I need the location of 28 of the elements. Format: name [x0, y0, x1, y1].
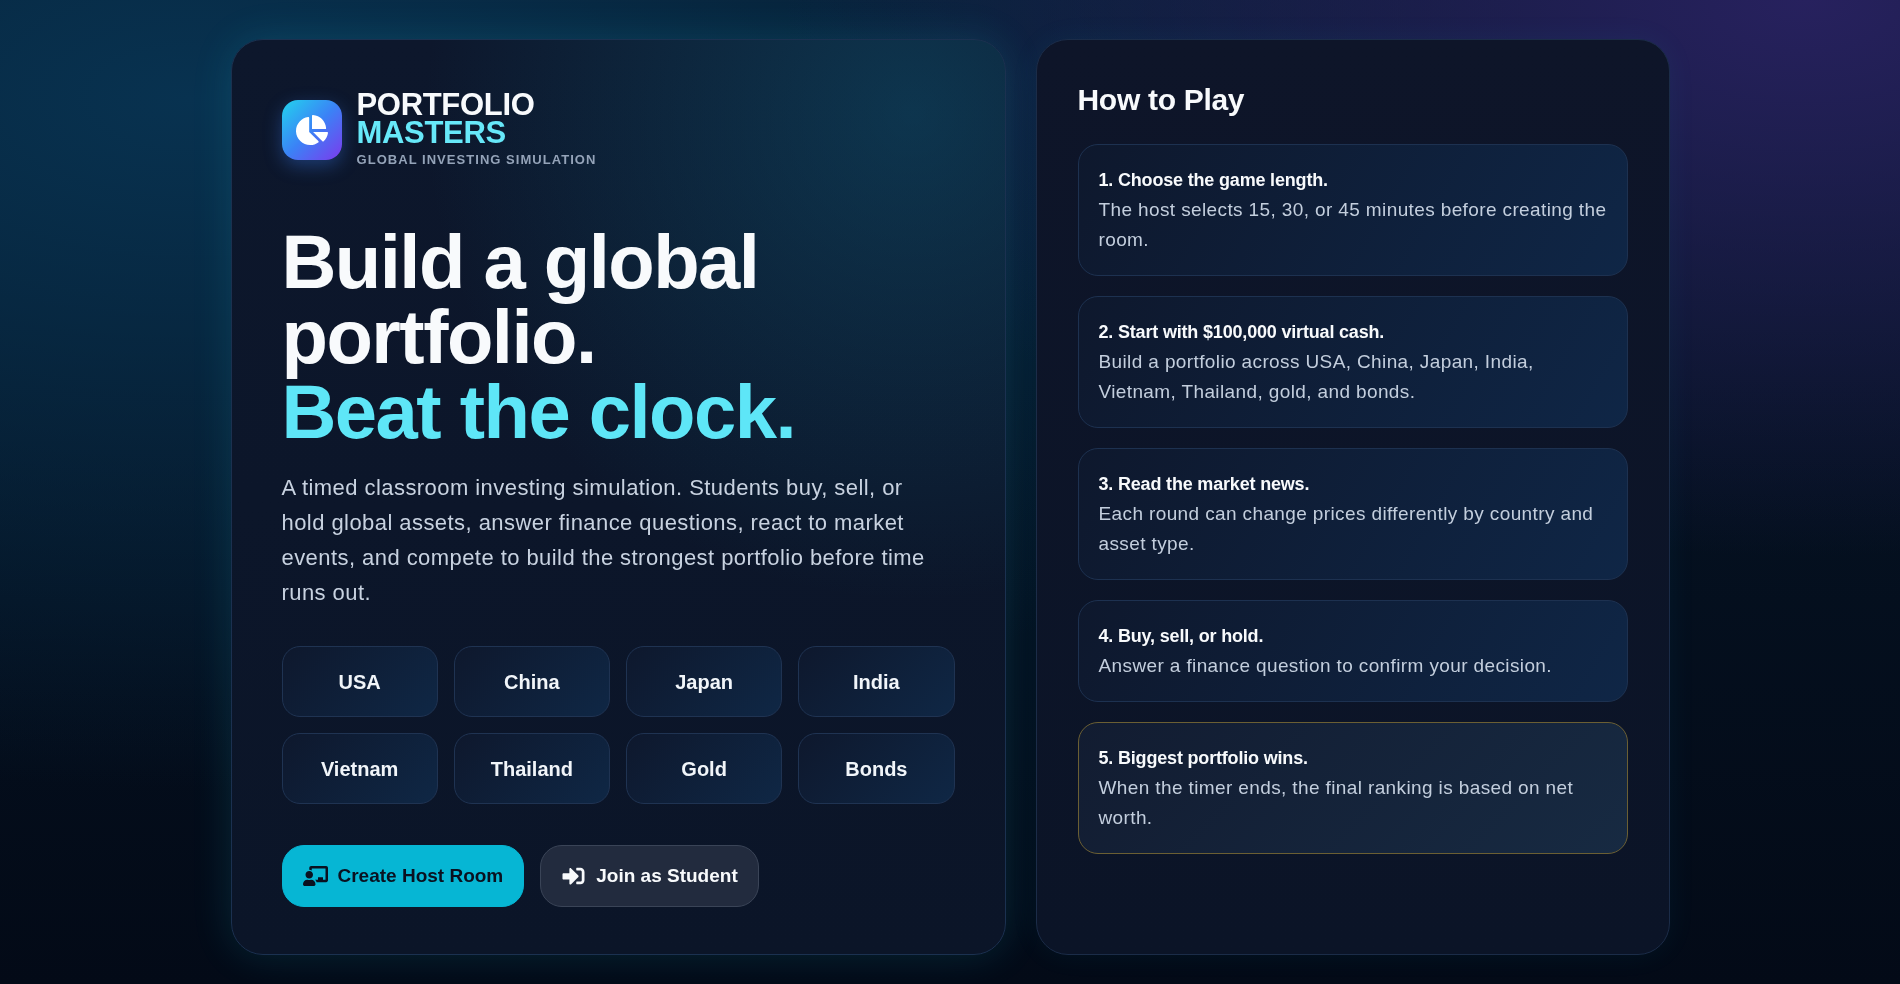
step-description: When the timer ends, the final ranking is based on net worth.	[1098, 776, 1575, 830]
join-as-student-button[interactable]: Join as Student	[540, 845, 759, 907]
asset-tag: Vietnam	[281, 733, 438, 804]
teacher-board-icon	[302, 865, 328, 887]
asset-tag: Japan	[626, 646, 783, 717]
how-to-play-title: How to Play	[1077, 82, 1246, 118]
step-description: Build a portfolio across USA, China, Japan, India, Vietnam, Thailand, gold, and bonds.	[1098, 350, 1535, 404]
asset-tag: Bonds	[798, 733, 955, 804]
step-title: 3. Read the market news.	[1098, 473, 1311, 496]
step-title: 4. Buy, sell, or hold.	[1098, 625, 1265, 648]
asset-tag: Thailand	[453, 733, 610, 804]
asset-tag: USA	[281, 646, 438, 717]
brand-name: PORTFOLIO	[356, 91, 536, 119]
asset-tag: China	[453, 646, 610, 717]
asset-tag: India	[798, 646, 955, 717]
sign-in-icon	[561, 865, 587, 887]
step-title: 1. Choose the game length.	[1098, 169, 1329, 192]
step-description: Each round can change prices differently by country and asset type.	[1098, 502, 1595, 556]
pie-chart-logo-icon	[281, 99, 342, 160]
step-description: The host selects 15, 30, or 45 minutes before creating the room.	[1098, 198, 1607, 252]
create-host-room-button[interactable]: Create Host Room	[281, 845, 525, 907]
description: A timed classroom investing simulation. Students buy, sell, or hold global assets, answer finance questions, react to market events, and compete to build the strongest portfolio before time runs out.	[281, 474, 926, 607]
step-title: 5. Biggest portfolio wins.	[1098, 747, 1309, 770]
step-title: 2. Start with $100,000 virtual cash.	[1098, 321, 1386, 344]
brand-name-accent: MASTERS	[356, 119, 507, 147]
brand-tagline: GLOBAL INVESTING SIMULATION	[356, 152, 597, 168]
step-description: Answer a finance question to confirm your decision.	[1098, 654, 1553, 678]
asset-tag: Gold	[626, 733, 783, 804]
